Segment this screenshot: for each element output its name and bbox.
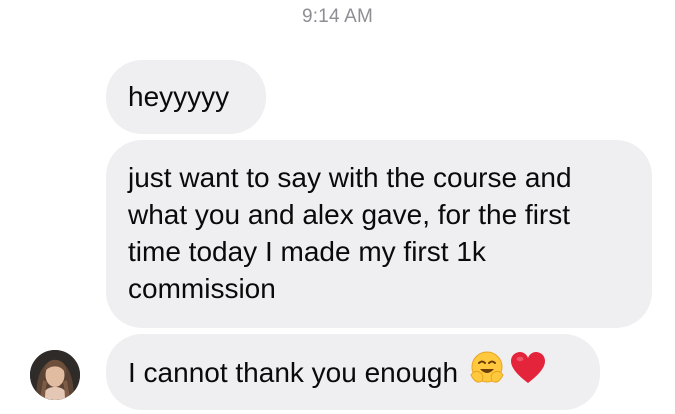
- message-bubble[interactable]: just want to say with the course and wha…: [106, 140, 652, 328]
- message-text-line: just want to say with the course and: [128, 162, 572, 193]
- message-text-line: time today I made my first 1k: [128, 236, 486, 267]
- message-bubble[interactable]: I cannot thank you enough: [106, 334, 600, 410]
- message-bubble[interactable]: heyyyyy: [106, 60, 266, 134]
- avatar[interactable]: [30, 350, 80, 400]
- message-text-line: commission: [128, 273, 276, 304]
- message-text-line: what you and alex gave, for the first: [128, 199, 571, 230]
- message-text: I cannot thank you enough: [128, 356, 459, 388]
- hugging-face-emoji: [468, 349, 506, 396]
- profile-photo: [30, 350, 80, 400]
- red-heart-emoji: [510, 350, 546, 395]
- message-text: heyyyyy: [128, 81, 230, 112]
- message-timestamp: 9:14 AM: [301, 6, 374, 27]
